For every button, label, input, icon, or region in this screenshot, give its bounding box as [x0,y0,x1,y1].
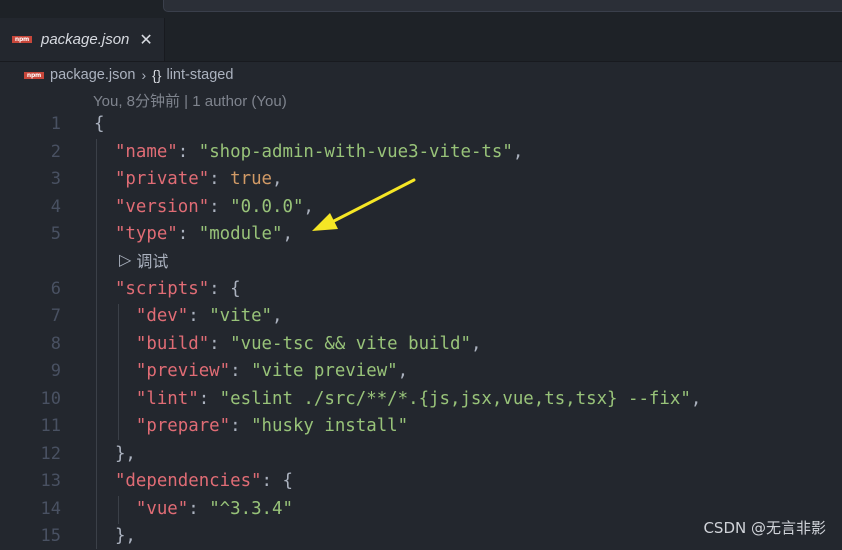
annotation-arrow [312,178,416,231]
watermark: CSDN @无言非影 [703,519,826,537]
